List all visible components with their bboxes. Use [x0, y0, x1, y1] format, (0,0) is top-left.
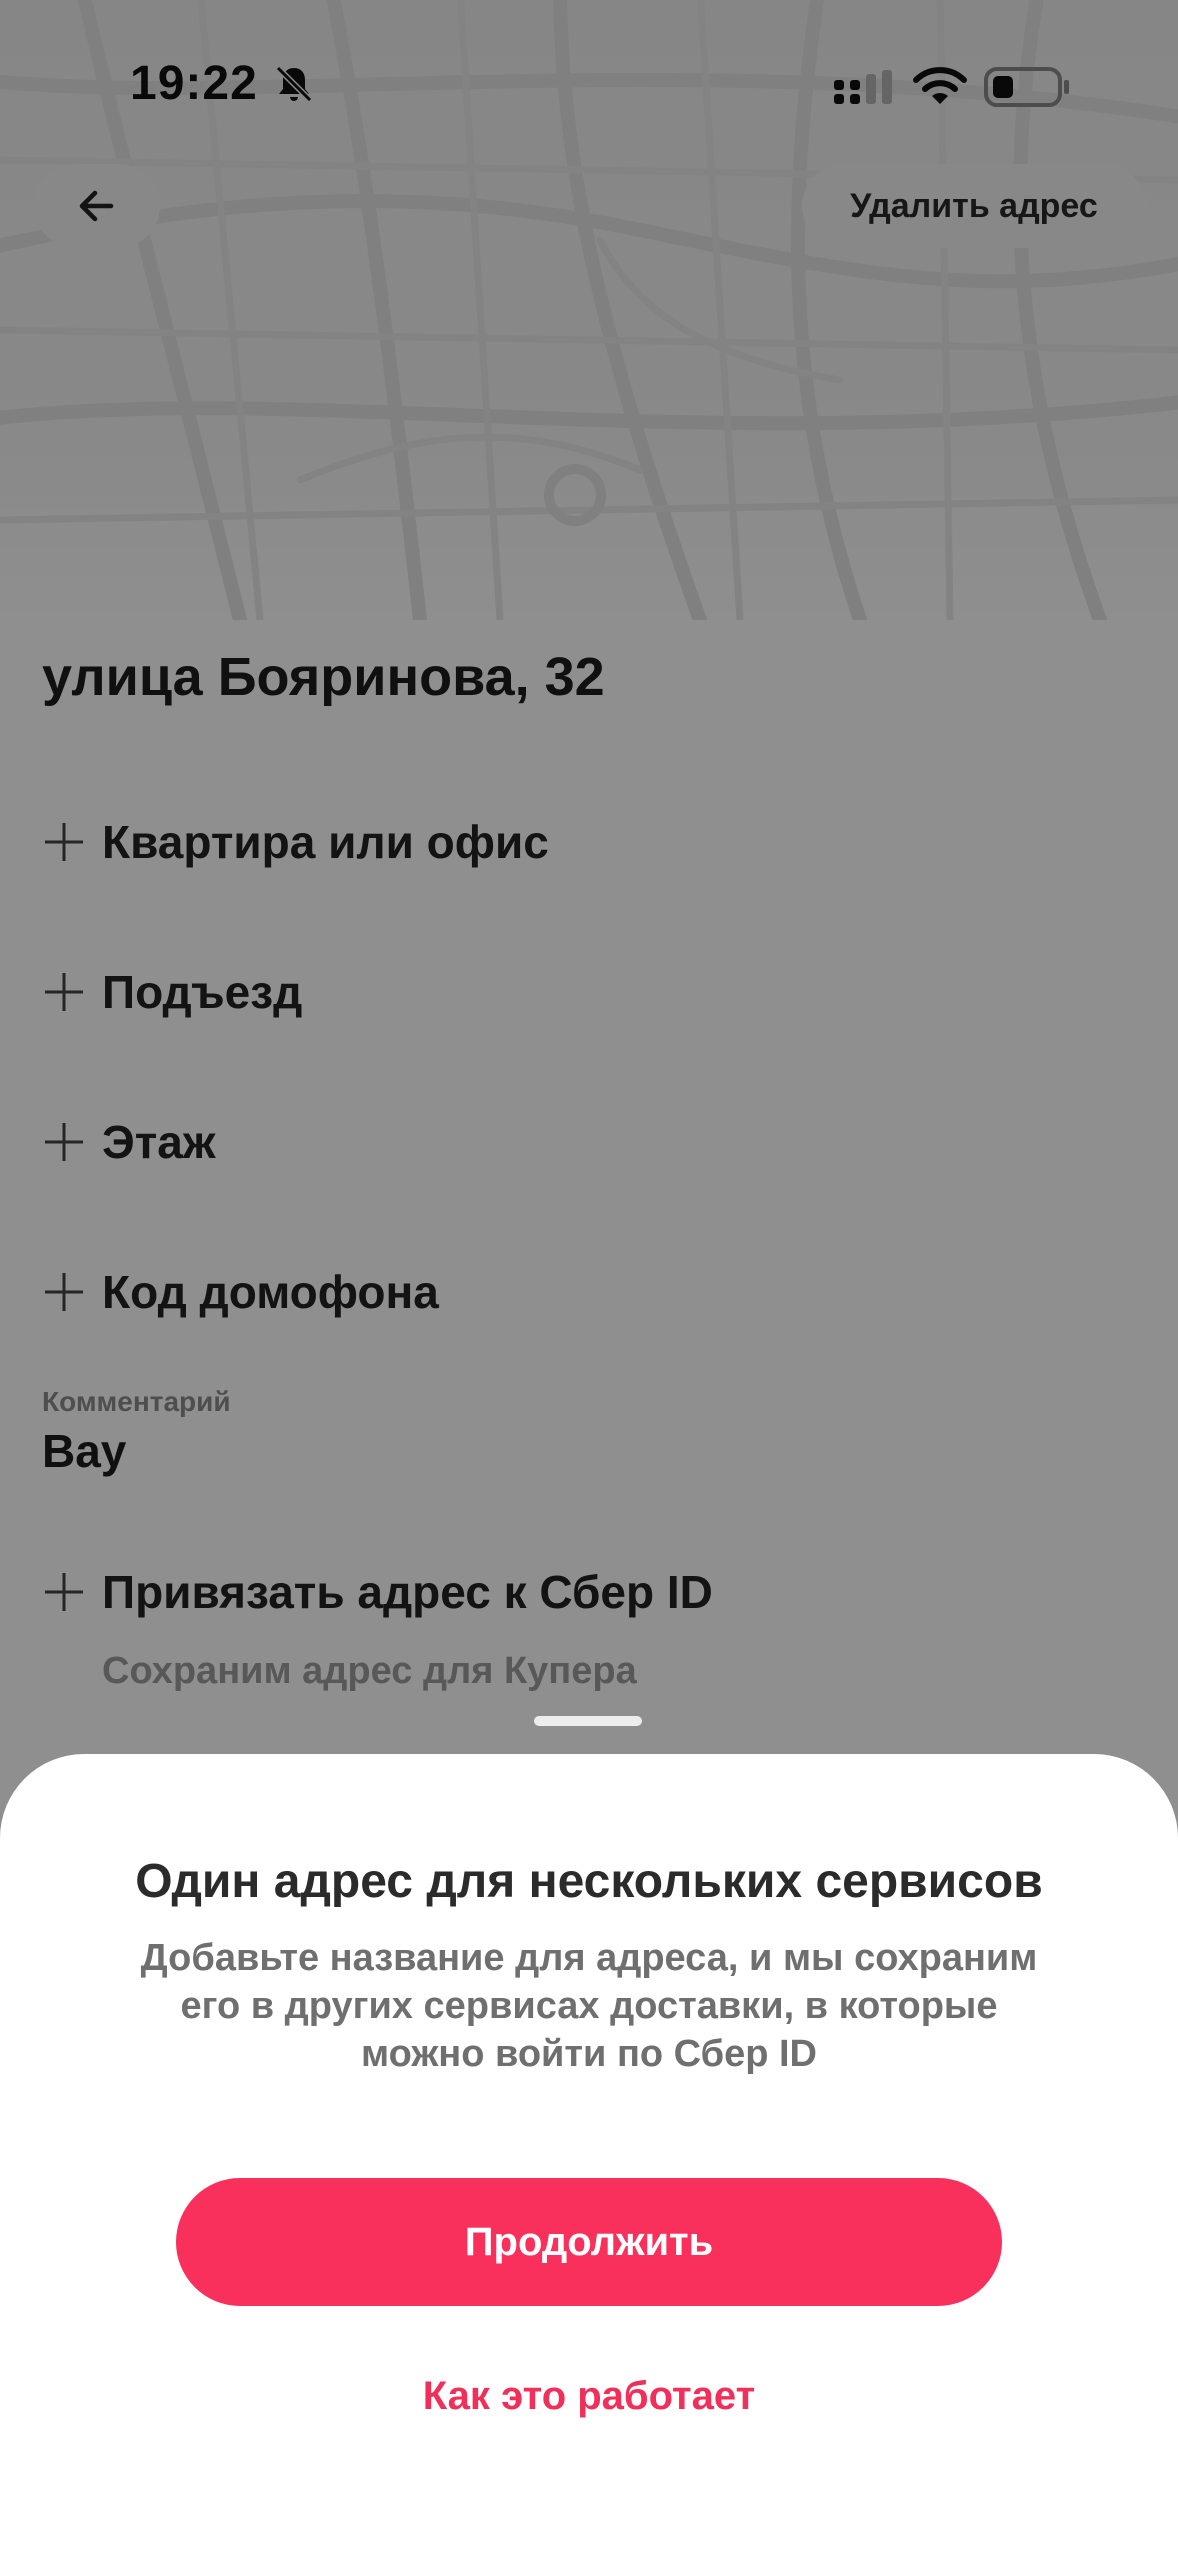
- continue-button[interactable]: Продолжить: [176, 2178, 1002, 2306]
- how-it-works-link[interactable]: Как это работает: [0, 2374, 1178, 2419]
- bottom-sheet: Один адрес для нескольких сервисов Добав…: [0, 1754, 1178, 2560]
- sheet-description-line: Добавьте название для адреса, и мы сохра…: [140, 1937, 1038, 1979]
- sheet-title: Один адрес для нескольких сервисов: [135, 1855, 1043, 1908]
- sheet-description: Добавьте название для адреса, и мы сохра…: [100, 1934, 1078, 2078]
- sheet-grabber[interactable]: [534, 1716, 642, 1726]
- sheet-description-line: можно войти по Сбер ID: [361, 2033, 817, 2075]
- sheet-description-line: его в других сервисах доставки, в которы…: [180, 1985, 998, 2027]
